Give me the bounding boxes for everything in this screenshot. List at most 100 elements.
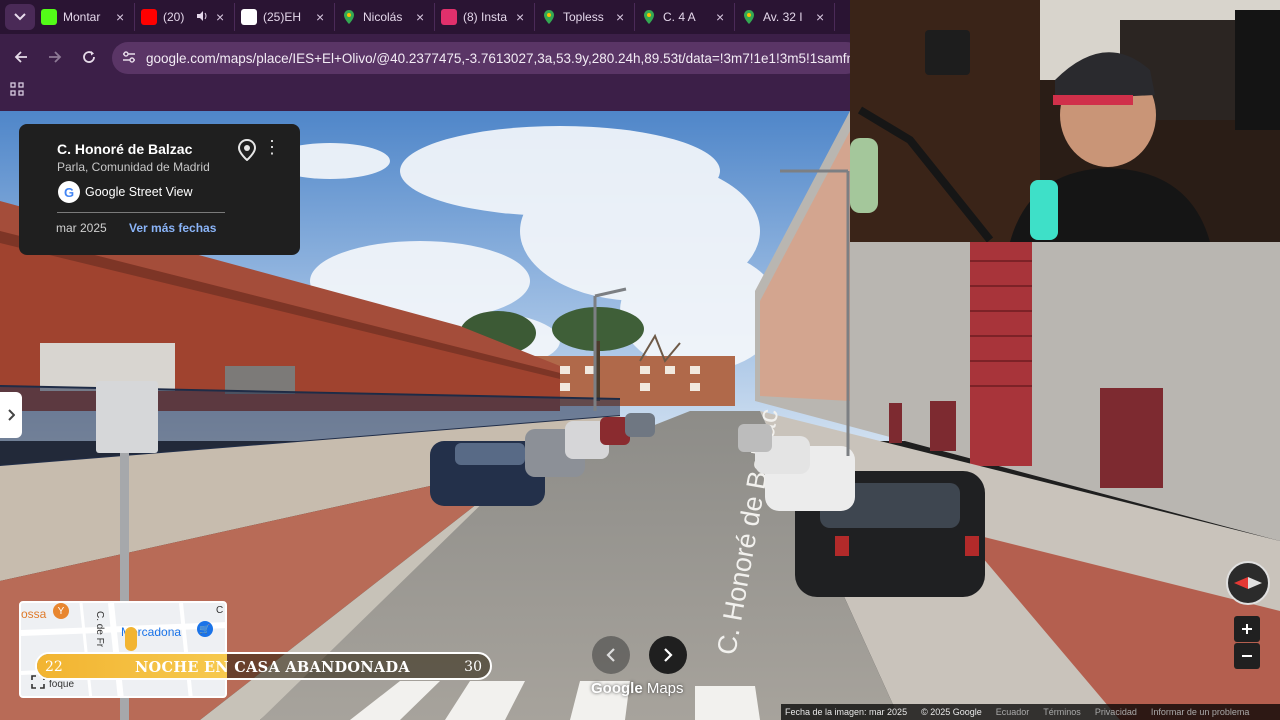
chevron-right-icon	[8, 409, 15, 421]
tab-title: (20)	[163, 10, 185, 24]
tab-title: (25)EH	[263, 10, 302, 24]
card-divider	[57, 212, 225, 213]
side-panel-toggle[interactable]	[0, 392, 22, 438]
screen: { "browser": { "tab_menu_icon": "chevron…	[0, 0, 1280, 720]
close-tab-icon[interactable]: ×	[316, 9, 328, 25]
close-tab-icon[interactable]: ×	[516, 9, 528, 25]
back-button[interactable]	[4, 40, 38, 74]
tiktok-icon	[241, 9, 257, 25]
next-view-button[interactable]	[649, 636, 687, 674]
tab-title: Av. 32 I	[763, 10, 803, 24]
maps-pin-icon	[741, 9, 757, 25]
minimap-label: C	[216, 605, 224, 616]
report-problem-link[interactable]: Informar de un problema	[1151, 707, 1250, 717]
drink-bottle	[1030, 180, 1058, 240]
close-tab-icon[interactable]: ×	[716, 9, 728, 25]
browser-tab[interactable]: Montar ×	[35, 3, 135, 31]
speaker-icon[interactable]	[196, 10, 208, 25]
browser-chrome: Montar × (20) × (25)EH × Nicolás × (8) Insta × Top…	[0, 0, 862, 111]
browser-tab[interactable]: C. 4 A ×	[635, 3, 735, 31]
red-shutter	[970, 241, 1032, 466]
minimap-label: C. de Fr	[94, 611, 105, 648]
maps-pin-icon	[641, 9, 657, 25]
browser-tab[interactable]: Topless ×	[535, 3, 635, 31]
capture-date: mar 2025	[56, 221, 107, 235]
site-settings-icon[interactable]	[122, 50, 136, 66]
close-tab-icon[interactable]: ×	[816, 9, 828, 25]
plus-icon	[1242, 624, 1252, 634]
webcam-overlay	[850, 0, 1280, 242]
location-region: Parla, Comunidad de Madrid	[57, 160, 210, 174]
tab-title: C. 4 A	[663, 10, 696, 24]
goal-title: NOCHE EN CASA ABANDONADA	[135, 659, 410, 676]
google-maps-brand: Google Maps	[591, 680, 684, 697]
restaurant-icon: Y	[53, 603, 69, 619]
maps-pin-icon	[341, 9, 357, 25]
shopping-icon: 🛒	[197, 621, 213, 637]
tab-title: Montar	[63, 10, 101, 24]
compass-button[interactable]	[1226, 561, 1270, 605]
privacy-link[interactable]: Privacidad	[1095, 707, 1137, 717]
chevron-left-icon	[606, 648, 615, 662]
close-tab-icon[interactable]: ×	[416, 9, 428, 25]
street-view-source: Google Street View	[85, 185, 193, 199]
tab-search-button[interactable]	[5, 4, 35, 30]
close-tab-icon[interactable]: ×	[216, 9, 228, 25]
browser-tab[interactable]: (20) ×	[135, 3, 235, 31]
brand-google: Google	[591, 680, 643, 697]
tab-strip: Montar × (20) × (25)EH × Nicolás × (8) Insta × Top…	[0, 0, 850, 34]
location-info-card: C. Honoré de Balzac Parla, Comunidad de …	[19, 124, 300, 255]
reload-icon	[83, 51, 95, 63]
map-pin-icon[interactable]	[237, 138, 258, 162]
minimap[interactable]: ossa Y C. de Fr Mercadona 🛒 C foque	[19, 601, 227, 698]
minus-icon	[1242, 655, 1252, 657]
tab-title: Topless	[563, 10, 604, 24]
maps-pin-icon	[541, 9, 557, 25]
wall-device	[925, 30, 970, 75]
copyright: © 2025 Google	[921, 707, 982, 717]
location-street-name: C. Honoré de Balzac	[57, 141, 193, 157]
microphone	[850, 138, 878, 213]
browser-tab[interactable]: (25)EH ×	[235, 3, 335, 31]
google-logo-icon: G	[58, 181, 80, 203]
country-link[interactable]: Ecuador	[996, 707, 1030, 717]
maps-footer: Fecha de la imagen: mar 2025 © 2025 Goog…	[781, 704, 1280, 720]
pegman-icon[interactable]	[125, 627, 137, 651]
arrow-right-icon	[49, 51, 62, 63]
goal-start-value: 22	[45, 659, 63, 675]
browser-tab[interactable]: (8) Insta ×	[435, 3, 535, 31]
minimap-label: foque	[49, 679, 75, 690]
zoom-out-button[interactable]	[1234, 643, 1260, 669]
toolbar: google.com/maps/place/IES+El+Olivo/@40.2…	[0, 38, 862, 76]
stream-goal-bar: 22 NOCHE EN CASA ABANDONADA 30	[35, 652, 492, 680]
more-dates-link[interactable]: Ver más fechas	[129, 221, 216, 235]
browser-tab[interactable]: Av. 32 I ×	[735, 3, 835, 31]
compass-icon	[1234, 577, 1262, 589]
chevron-right-icon	[664, 648, 673, 662]
apps-shortcut[interactable]	[10, 82, 24, 100]
more-options-icon[interactable]: ⋮	[263, 138, 281, 156]
url-text: google.com/maps/place/IES+El+Olivo/@40.2…	[146, 50, 862, 66]
forward-button[interactable]	[38, 40, 72, 74]
browser-tab[interactable]: Nicolás ×	[335, 3, 435, 31]
tab-title: Nicolás	[363, 10, 403, 24]
goal-end-value: 30	[464, 659, 482, 675]
youtube-icon	[141, 9, 157, 25]
window-grille	[1100, 388, 1163, 488]
reload-button[interactable]	[72, 40, 106, 74]
zoom-in-button[interactable]	[1234, 616, 1260, 642]
terms-link[interactable]: Términos	[1043, 707, 1081, 717]
tab-title: (8) Insta	[463, 10, 508, 24]
instagram-icon	[441, 9, 457, 25]
close-tab-icon[interactable]: ×	[616, 9, 628, 25]
image-date: Fecha de la imagen: mar 2025	[785, 707, 908, 717]
arrow-left-icon	[14, 51, 27, 63]
chevron-down-icon	[14, 13, 26, 21]
brand-maps: Maps	[646, 680, 684, 697]
apps-grid-icon	[10, 82, 24, 96]
minimap-label: ossa	[21, 607, 47, 621]
close-tab-icon[interactable]: ×	[116, 9, 128, 25]
previous-view-button[interactable]	[592, 636, 630, 674]
address-bar[interactable]: google.com/maps/place/IES+El+Olivo/@40.2…	[112, 42, 862, 74]
kick-icon	[41, 9, 57, 25]
